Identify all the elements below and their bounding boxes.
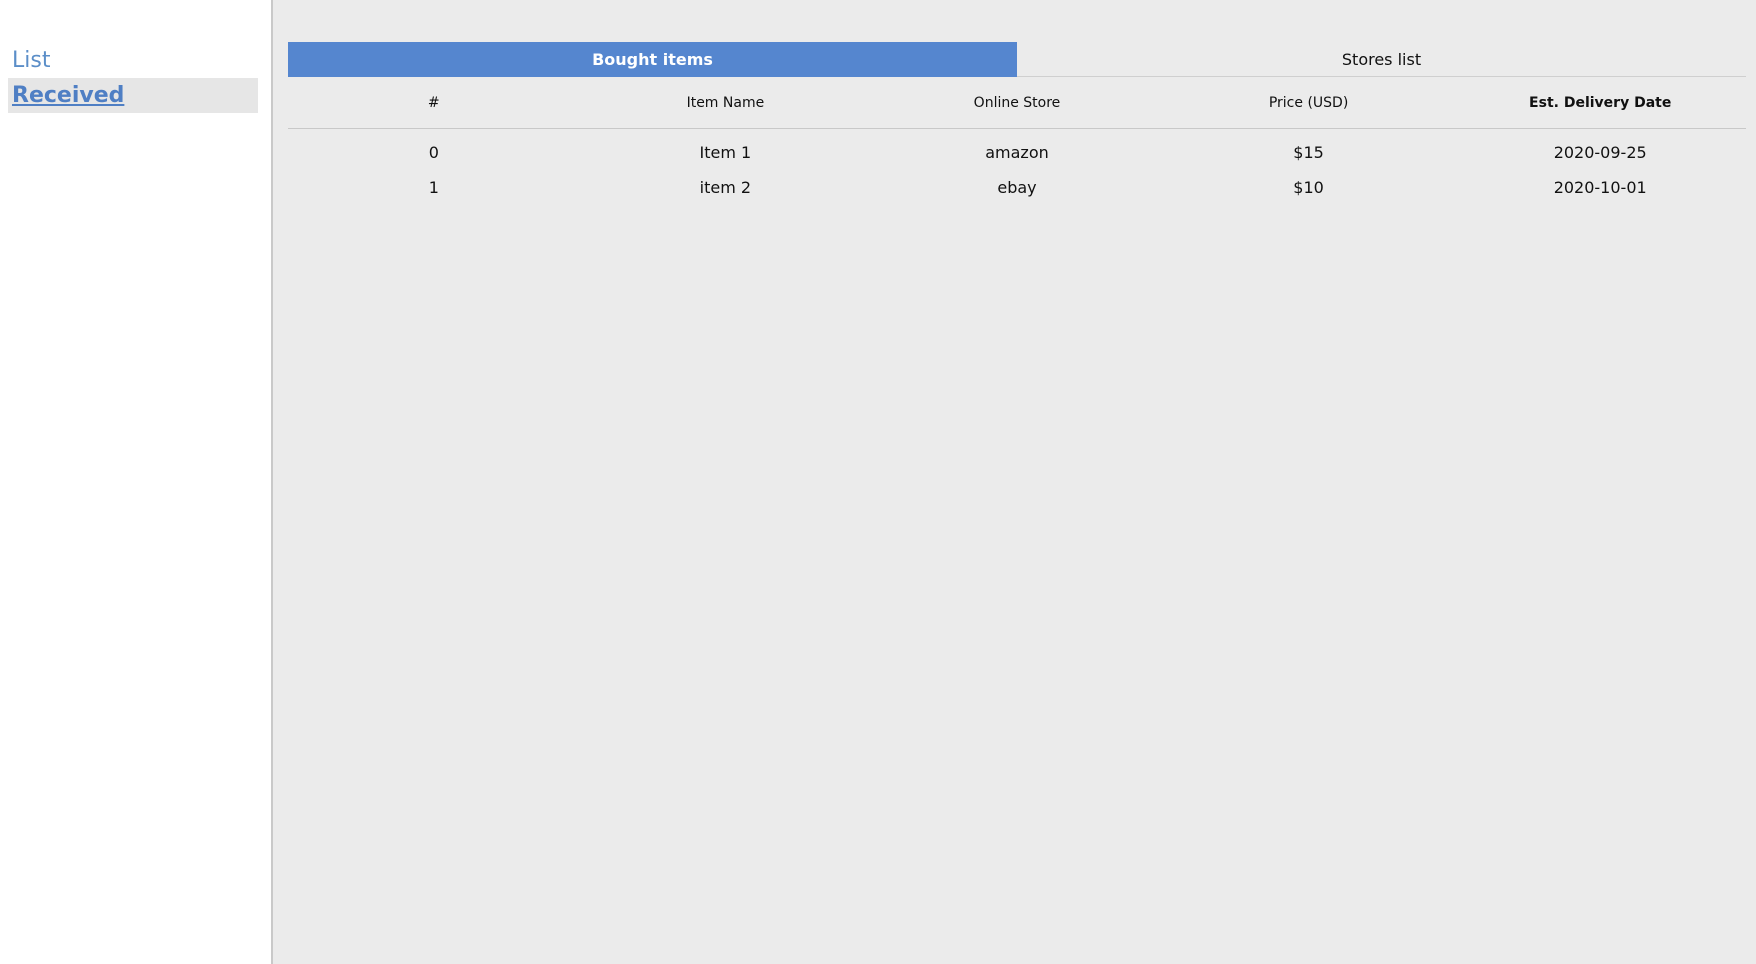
column-header-delivery-date: Est. Delivery Date (1454, 78, 1746, 129)
cell-item-name: item 2 (699, 178, 752, 197)
cell-delivery-date: 2020-10-01 (1553, 178, 1647, 197)
table-row: 0 Item 1 amazon $15 2020-09-25 (288, 129, 1746, 171)
bought-items-table: # Item Name Online Store Price (USD) Est… (288, 78, 1746, 205)
cell-price: $15 (1293, 143, 1324, 162)
table-row: 1 item 2 ebay $10 2020-10-01 (288, 170, 1746, 205)
column-header-online-store: Online Store (871, 78, 1163, 129)
cell-online-store: amazon (985, 143, 1049, 162)
bought-items-table-container: # Item Name Online Store Price (USD) Est… (288, 78, 1746, 205)
cell-delivery-date: 2020-09-25 (1553, 143, 1647, 162)
sidebar-nav: List Received (8, 43, 258, 113)
table-header-row: # Item Name Online Store Price (USD) Est… (288, 78, 1746, 129)
cell-online-store: ebay (997, 178, 1037, 197)
column-header-price: Price (USD) (1162, 78, 1455, 129)
cell-index: 1 (428, 178, 439, 197)
sidebar-item-received[interactable]: Received (8, 78, 258, 113)
app-window: List Received Bought items Stores list #… (0, 0, 1756, 964)
tab-stores-list[interactable]: Stores list (1017, 42, 1746, 77)
cell-index: 0 (428, 143, 439, 162)
column-header-item-name: Item Name (579, 78, 872, 129)
tab-bar: Bought items Stores list (288, 42, 1746, 77)
cell-price: $10 (1293, 178, 1324, 197)
cell-item-name: Item 1 (699, 143, 752, 162)
tab-bought-items[interactable]: Bought items (288, 42, 1017, 77)
sidebar-item-list[interactable]: List (8, 43, 258, 78)
sidebar: List Received (0, 0, 273, 964)
column-header-index: # (288, 78, 580, 129)
main-content: Bought items Stores list # Item Name Onl… (273, 0, 1756, 964)
